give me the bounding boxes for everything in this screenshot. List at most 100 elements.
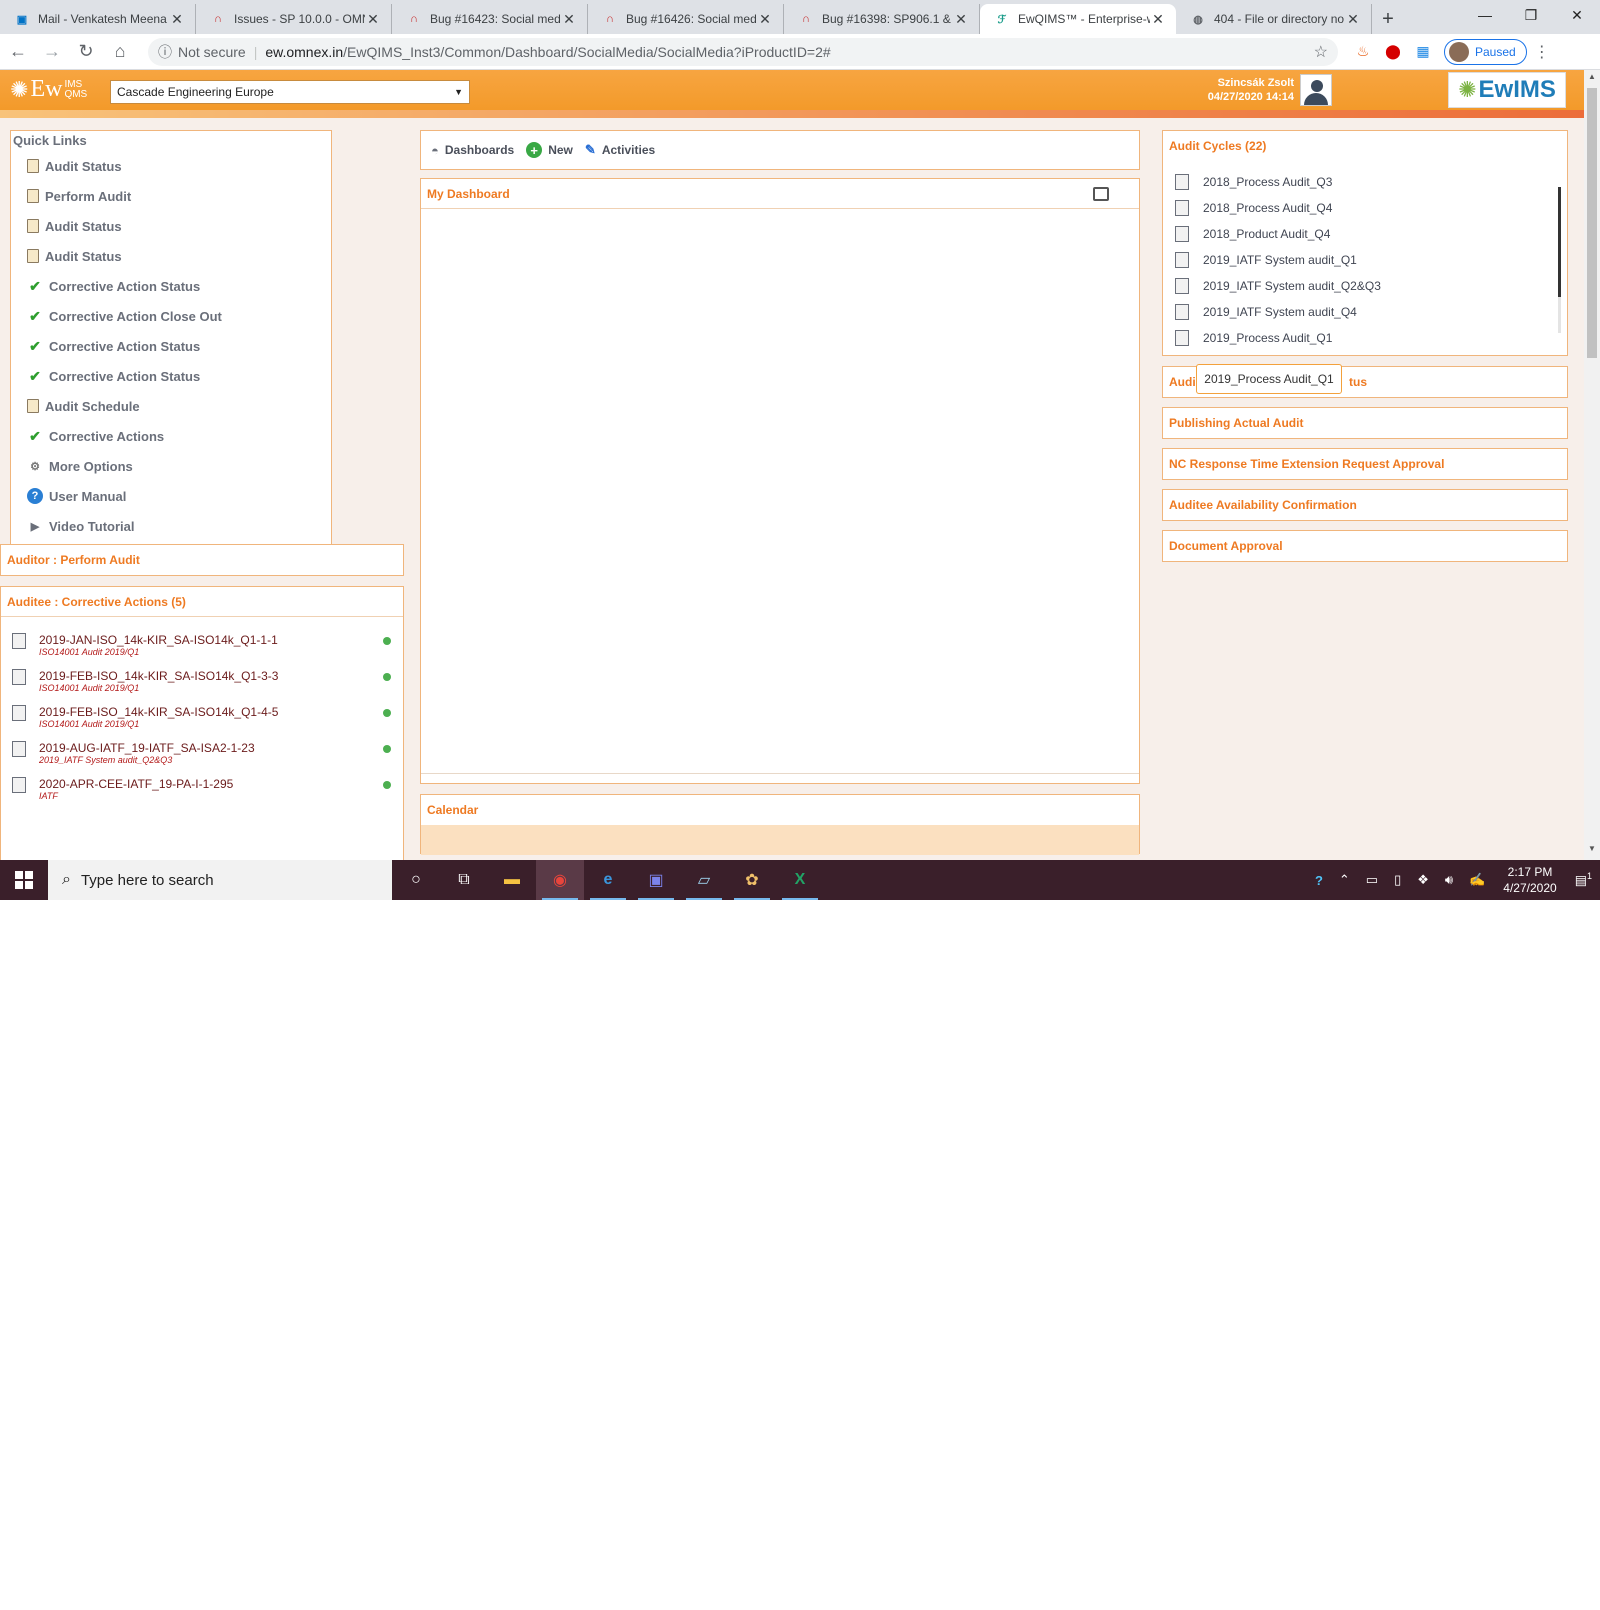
taskbar-clock[interactable]: 2:17 PM 4/27/2020 <box>1493 864 1566 896</box>
quick-link-item[interactable]: Audit Schedule <box>11 391 331 421</box>
help-tray-icon[interactable]: ? <box>1307 873 1331 888</box>
browser-tab[interactable]: ∩ Issues - SP 10.0.0 - OMN ✕ <box>196 4 392 34</box>
audit-cycle-item[interactable]: 2019_IATF System audit_Q2&Q3 <box>1163 273 1567 299</box>
nc-response-extension-title[interactable]: NC Response Time Extension Request Appro… <box>1163 449 1567 479</box>
extension-fire-icon[interactable]: ♨ <box>1348 37 1378 67</box>
new-button[interactable]: + New <box>526 142 573 158</box>
address-bar[interactable]: ⓘ Not secure | ew.omnex.in /EwQIMS_Inst3… <box>148 37 1338 66</box>
dropbox-icon[interactable]: ❖ <box>1409 872 1437 888</box>
scroll-up-arrow-icon[interactable]: ▲ <box>1584 72 1600 86</box>
document-approval-panel[interactable]: Document Approval <box>1162 530 1568 562</box>
browser-tab[interactable]: ℱ EwQIMS™ - Enterprise-w ✕ <box>980 4 1176 34</box>
edge-icon[interactable]: e <box>584 860 632 900</box>
corrective-action-item[interactable]: 2020-APR-CEE-IATF_19-PA-I-1-295 IATF <box>1 771 403 807</box>
forward-button[interactable]: → <box>36 36 68 68</box>
auditor-panel-title[interactable]: Auditor : Perform Audit <box>1 545 403 575</box>
browser-tab[interactable]: ∩ Bug #16423: Social medi ✕ <box>392 4 588 34</box>
corrective-action-name[interactable]: 2020-APR-CEE-IATF_19-PA-I-1-295 <box>39 771 403 791</box>
ewqims-logo[interactable]: ✺ Ew IMS QMS <box>10 76 87 103</box>
auditee-availability-title[interactable]: Auditee Availability Confirmation <box>1163 490 1567 520</box>
quick-link-item[interactable]: ▶ Video Tutorial <box>11 511 331 541</box>
back-button[interactable]: ← <box>2 36 34 68</box>
quick-link-item[interactable]: Audit Status <box>11 211 331 241</box>
excel-icon[interactable]: X <box>776 860 824 900</box>
reload-button[interactable]: ↻ <box>70 36 102 68</box>
volume-icon[interactable]: 🔊︎ <box>1437 872 1461 888</box>
publishing-actual-audit-title[interactable]: Publishing Actual Audit <box>1163 408 1567 438</box>
corrective-action-item[interactable]: 2019-AUG-IATF_19-IATF_SA-ISA2-1-23 2019_I… <box>1 735 403 771</box>
close-tab-icon[interactable]: ✕ <box>561 11 577 28</box>
bookmark-star-icon[interactable]: ☆ <box>1314 42 1328 62</box>
browser-tab[interactable]: ∩ Bug #16398: SP906.1 & S ✕ <box>784 4 980 34</box>
corrective-action-name[interactable]: 2019-JAN-ISO_14k-KIR_SA-ISO14k_Q1-1-1 <box>39 627 403 647</box>
info-icon[interactable]: ⓘ <box>158 42 172 62</box>
quick-link-item[interactable]: ✔ Corrective Actions <box>11 421 331 451</box>
scroll-down-arrow-icon[interactable]: ▼ <box>1584 844 1600 858</box>
audit-cycle-item[interactable]: 2018_Product Audit_Q4 <box>1163 221 1567 247</box>
teams-icon[interactable]: ▣ <box>632 860 680 900</box>
audit-cycles-title[interactable]: Audit Cycles (22) <box>1163 131 1567 161</box>
extension-opera-icon[interactable]: ⬤ <box>1378 37 1408 67</box>
close-tab-icon[interactable]: ✕ <box>953 11 969 28</box>
close-tab-icon[interactable]: ✕ <box>169 11 185 28</box>
publishing-actual-audit-panel[interactable]: Publishing Actual Audit <box>1162 407 1568 439</box>
start-button[interactable] <box>0 860 48 900</box>
close-tab-icon[interactable]: ✕ <box>1150 11 1166 28</box>
file-explorer-icon[interactable]: ▬ <box>488 860 536 900</box>
new-tab-button[interactable]: + <box>1372 4 1404 34</box>
notification-center-icon[interactable]: ▤1 <box>1567 871 1600 888</box>
close-tab-icon[interactable]: ✕ <box>757 11 773 28</box>
browser-tab[interactable]: ▣ Mail - Venkatesh Meena ✕ <box>0 4 196 34</box>
corrective-action-item[interactable]: 2019-JAN-ISO_14k-KIR_SA-ISO14k_Q1-1-1 ISO… <box>1 627 403 663</box>
quick-link-item[interactable]: Audit Status <box>11 241 331 271</box>
calendar-title[interactable]: Calendar <box>421 795 1139 825</box>
close-window-button[interactable]: ✕ <box>1554 0 1600 30</box>
paint-icon[interactable]: ✿ <box>728 860 776 900</box>
export-icon[interactable] <box>1093 186 1109 201</box>
chrome-icon[interactable]: ◉ <box>536 860 584 900</box>
browser-tab[interactable]: ◍ 404 - File or directory no ✕ <box>1176 4 1372 34</box>
show-hidden-icons-icon[interactable]: ⌃ <box>1331 872 1358 888</box>
audit-cycle-item[interactable]: 2019_IATF System audit_Q1 <box>1163 247 1567 273</box>
activities-button[interactable]: ✎ Activities <box>585 142 655 158</box>
scrollbar-thumb[interactable] <box>1587 88 1597 358</box>
quick-link-item[interactable]: ✔ Corrective Action Status <box>11 331 331 361</box>
audit-cycle-item[interactable]: 2019_IATF System audit_Q4 <box>1163 299 1567 325</box>
corrective-action-name[interactable]: 2019-AUG-IATF_19-IATF_SA-ISA2-1-23 <box>39 735 403 755</box>
task-view-icon[interactable]: ⧉ <box>440 860 488 900</box>
extension-windows-icon[interactable]: ▦ <box>1408 37 1438 67</box>
minimize-button[interactable]: — <box>1462 0 1508 30</box>
battery-icon[interactable]: ▭ <box>1358 872 1386 888</box>
quick-link-item[interactable]: ⚙ More Options <box>11 451 331 481</box>
dashboards-button[interactable]: ◓ Dashboards <box>431 143 514 158</box>
browser-menu-icon[interactable]: ⋮ <box>1527 37 1557 67</box>
quick-link-item[interactable]: Perform Audit <box>11 181 331 211</box>
notepad-icon[interactable]: ▱ <box>680 860 728 900</box>
quick-link-item[interactable]: ✔ Corrective Action Close Out <box>11 301 331 331</box>
quick-link-item[interactable]: Audit Status <box>11 151 331 181</box>
quick-link-item[interactable]: ✔ Corrective Action Status <box>11 361 331 391</box>
close-tab-icon[interactable]: ✕ <box>1345 11 1361 28</box>
close-tab-icon[interactable]: ✕ <box>365 11 381 28</box>
profile-button[interactable]: Paused <box>1444 38 1527 65</box>
corrective-action-item[interactable]: 2019-FEB-ISO_14k-KIR_SA-ISO14k_Q1-4-5 ISO… <box>1 699 403 735</box>
cortana-icon[interactable]: ○ <box>392 860 440 900</box>
auditor-perform-audit-panel[interactable]: Auditor : Perform Audit <box>0 544 404 576</box>
document-approval-title[interactable]: Document Approval <box>1163 531 1567 561</box>
network-icon[interactable]: ▯ <box>1386 872 1409 888</box>
quick-link-item[interactable]: ✔ Corrective Action Status <box>11 271 331 301</box>
corrective-action-item[interactable]: 2019-FEB-ISO_14k-KIR_SA-ISO14k_Q1-3-3 ISO… <box>1 663 403 699</box>
auditee-panel-title[interactable]: Auditee : Corrective Actions (5) <box>1 587 403 617</box>
audit-cycle-item[interactable]: 2019_Process Audit_Q1 <box>1163 325 1567 351</box>
home-button[interactable]: ⌂ <box>104 36 136 68</box>
auditee-availability-panel[interactable]: Auditee Availability Confirmation <box>1162 489 1568 521</box>
audit-cycles-scrollbar[interactable] <box>1558 187 1561 333</box>
quick-link-item[interactable]: ? User Manual <box>11 481 331 511</box>
audit-cycle-item[interactable]: 2018_Process Audit_Q3 <box>1163 169 1567 195</box>
corrective-action-name[interactable]: 2019-FEB-ISO_14k-KIR_SA-ISO14k_Q1-3-3 <box>39 663 403 683</box>
taskbar-search[interactable]: ⌕ Type here to search <box>48 860 392 900</box>
site-selector[interactable]: Cascade Engineering Europe ▼ <box>110 80 470 104</box>
pen-icon[interactable]: ✍ <box>1461 872 1493 888</box>
user-avatar[interactable] <box>1300 74 1332 106</box>
audit-cycle-item[interactable]: 2018_Process Audit_Q4 <box>1163 195 1567 221</box>
